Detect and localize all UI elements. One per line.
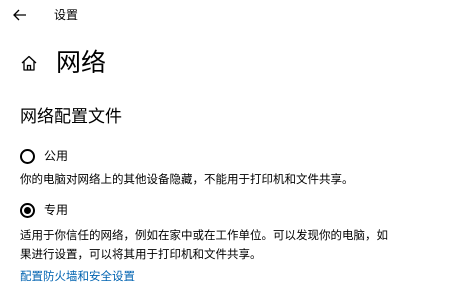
title-bar: 设置 bbox=[0, 0, 474, 32]
private-description: 适用于你信任的网络，例如在家中或在工作单位。可以发现你的电脑，如 果进行设置，可… bbox=[20, 226, 460, 264]
private-radio-label: 专用 bbox=[44, 203, 69, 217]
back-arrow-icon bbox=[13, 9, 27, 21]
public-radio-button[interactable] bbox=[20, 148, 35, 164]
section-title: 网络配置文件 bbox=[20, 107, 122, 127]
home-icon bbox=[18, 52, 40, 74]
settings-page: 设置 网络 网络配置文件 公用 你的电脑对网络上的其他设备隐藏，不能用于打印机和… bbox=[0, 0, 474, 290]
back-button[interactable] bbox=[8, 3, 32, 27]
page-title: 网络 bbox=[56, 48, 107, 77]
private-description-line-2: 果进行设置，可以将其用于打印机和文件共享。 bbox=[20, 247, 262, 261]
page-header: 网络 bbox=[18, 46, 106, 80]
private-radio-button[interactable] bbox=[20, 202, 35, 218]
private-description-line-1: 适用于你信任的网络，例如在家中或在工作单位。可以发现你的电脑，如 bbox=[20, 228, 388, 242]
firewall-settings-link[interactable]: 配置防火墙和安全设置 bbox=[20, 268, 135, 284]
public-radio-option[interactable]: 公用 bbox=[20, 148, 68, 164]
public-radio-label: 公用 bbox=[44, 149, 69, 163]
private-radio-option[interactable]: 专用 bbox=[20, 202, 68, 218]
window-title: 设置 bbox=[54, 8, 79, 22]
public-description: 你的电脑对网络上的其他设备隐藏，不能用于打印机和文件共享。 bbox=[20, 172, 354, 186]
